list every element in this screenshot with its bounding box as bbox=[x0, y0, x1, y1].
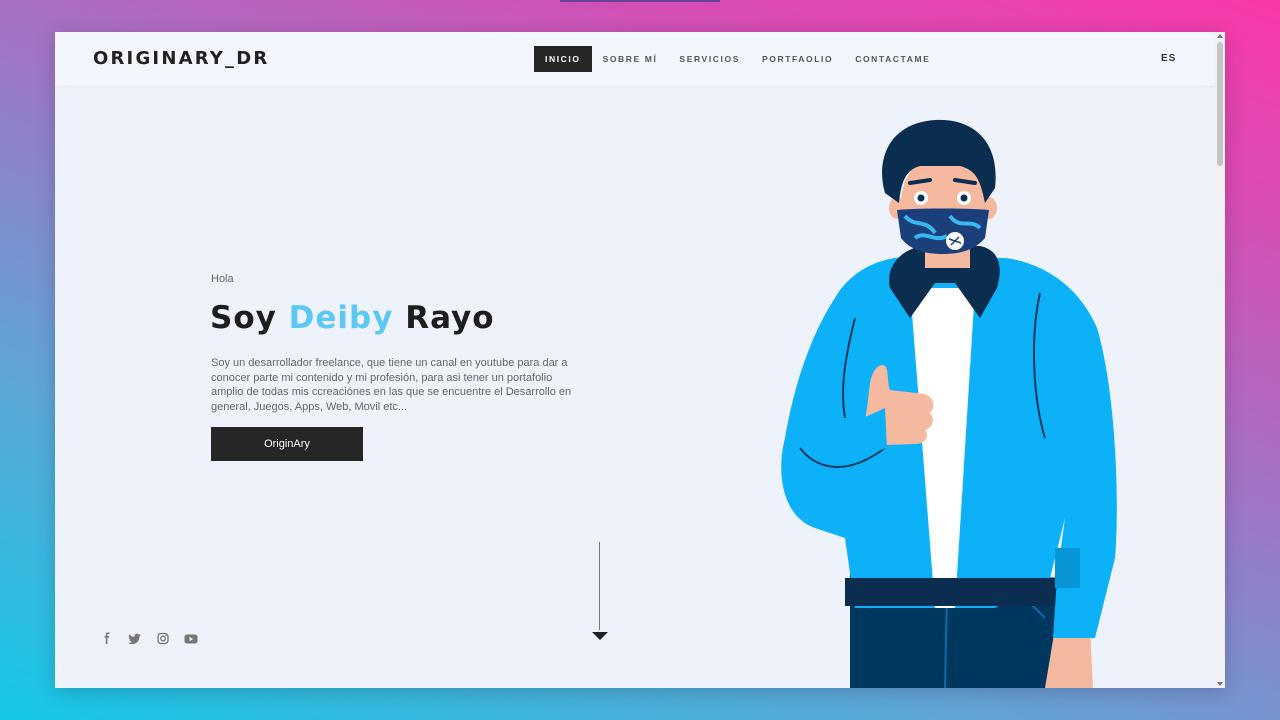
person-with-mask-illustration bbox=[781, 119, 1117, 688]
browser-window: ORIGINARY_DR INICIO SOBRE MÍ SERVICIOS P… bbox=[55, 32, 1225, 688]
main-nav: INICIO SOBRE MÍ SERVICIOS PORTFAOLIO CON… bbox=[534, 46, 941, 72]
scroll-indicator-line bbox=[599, 542, 600, 630]
language-switch[interactable]: ES bbox=[1161, 53, 1176, 64]
hero-description: Soy un desarrollador freelance, que tien… bbox=[211, 357, 572, 413]
nav-item-portfaolio[interactable]: PORTFAOLIO bbox=[751, 46, 844, 72]
hero-title-suffix: Rayo bbox=[393, 300, 495, 336]
twitter-icon[interactable] bbox=[127, 632, 143, 646]
nav-item-contactame[interactable]: CONTACTAME bbox=[844, 46, 941, 72]
scroll-thumb[interactable] bbox=[1217, 42, 1223, 166]
site-logo[interactable]: ORIGINARY_DR bbox=[93, 48, 269, 69]
youtube-icon[interactable] bbox=[183, 632, 199, 646]
scroll-down-button-icon[interactable] bbox=[1217, 682, 1223, 686]
instagram-icon[interactable] bbox=[155, 632, 171, 646]
nav-item-sobre-mi[interactable]: SOBRE MÍ bbox=[592, 46, 669, 72]
hero-greeting: Hola bbox=[211, 273, 234, 285]
page-scrollbar[interactable] bbox=[1215, 32, 1225, 688]
hero-title-highlight: Deiby bbox=[288, 300, 394, 336]
site-header: ORIGINARY_DR INICIO SOBRE MÍ SERVICIOS P… bbox=[55, 32, 1215, 86]
scroll-up-arrow-icon[interactable] bbox=[1217, 34, 1223, 38]
nav-item-servicios[interactable]: SERVICIOS bbox=[668, 46, 751, 72]
top-strip bbox=[560, 0, 720, 2]
facebook-icon[interactable] bbox=[99, 632, 115, 646]
scroll-down-arrow-icon[interactable] bbox=[592, 632, 608, 640]
originary-button[interactable]: OriginAry bbox=[211, 427, 363, 461]
social-links bbox=[99, 632, 199, 646]
nav-item-inicio[interactable]: INICIO bbox=[534, 46, 592, 72]
hero-title-prefix: Soy bbox=[210, 300, 289, 336]
hero-title: Soy Deiby Rayo bbox=[210, 300, 495, 336]
